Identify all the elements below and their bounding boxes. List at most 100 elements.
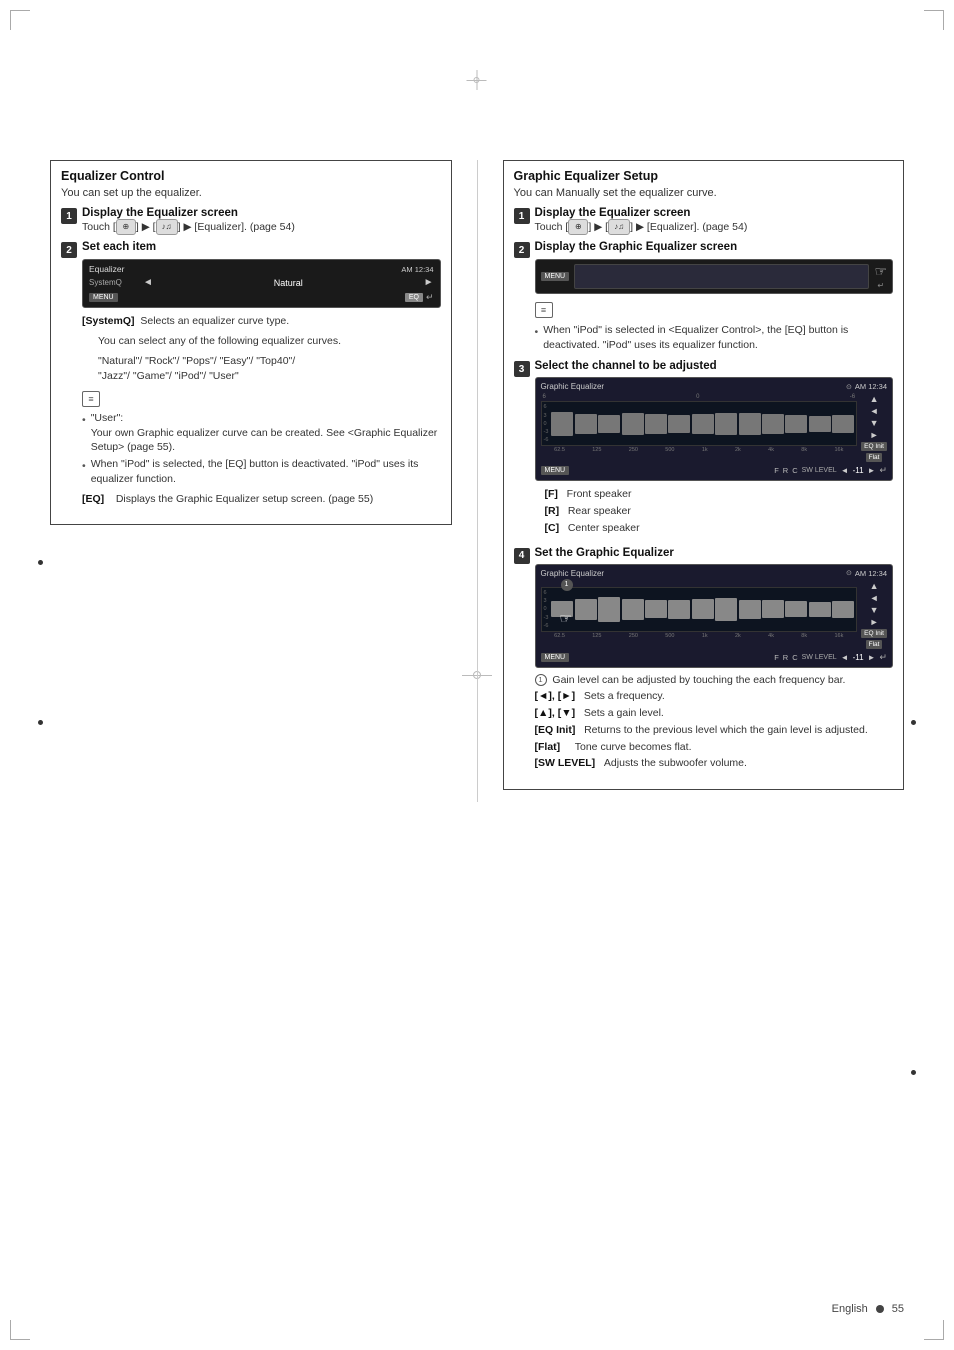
note-ipod: • When "iPod" is selected, the [EQ] butt… [82, 457, 441, 486]
note-ipod-text: When "iPod" is selected, the [EQ] button… [91, 457, 441, 486]
graphic-eq-step2-screen: MENU ☞ ↵ [535, 259, 894, 294]
note-icon: ≡ [82, 391, 100, 407]
menu-button[interactable]: MENU [89, 293, 118, 302]
yn6-4: -6 [544, 623, 549, 629]
ch4-f[interactable]: F [774, 653, 779, 662]
right-btn-4[interactable]: ► [870, 617, 879, 627]
eq-bar-9 [739, 413, 761, 436]
eq-screen4-header: Graphic Equalizer ⊙ AM 12:34 [541, 569, 888, 578]
eq-screen3-time: AM 12:34 [855, 382, 887, 391]
ch-r[interactable]: R [783, 466, 788, 475]
freq-16k: 16k [834, 447, 843, 453]
left-step1: 1 Display the Equalizer screen Touch [⊕]… [61, 207, 441, 235]
f4-250: 250 [629, 633, 638, 639]
sw-value: -11 [853, 466, 864, 475]
eq-init-btn-4[interactable]: EQ Init [861, 629, 887, 638]
ch4-r[interactable]: R [783, 653, 788, 662]
right-step3-content: Select the channel to be adjusted Graphi… [535, 360, 894, 540]
curves-list: "Natural"/ "Rock"/ "Pops"/ "Easy"/ "Top4… [98, 354, 441, 386]
f4-62: 62.5 [554, 633, 565, 639]
eq-bar-6 [668, 415, 690, 434]
f4-500: 500 [665, 633, 674, 639]
ch-c[interactable]: C [792, 466, 797, 475]
y3-4: 3 [544, 598, 549, 604]
eq-screen4-footer: MENU F R C SW LEVEL ◄ -11 ► [541, 652, 888, 663]
eq-screen4-menu[interactable]: MENU [541, 653, 570, 662]
gain-labels: 6 0 -6 [541, 394, 858, 400]
up-arrow-btn[interactable]: ▲ [870, 394, 879, 404]
ch-f[interactable]: F [774, 466, 779, 475]
eq-bar-10 [762, 414, 784, 434]
item-eq-init: [EQ Init] Returns to the previous level … [535, 723, 894, 738]
eq-bar-5 [645, 414, 667, 434]
left-btn-4[interactable]: ◄ [870, 593, 879, 603]
sw-left-4[interactable]: ◄ [841, 653, 849, 662]
col-right: Graphic Equalizer Setup You can Manually… [503, 160, 905, 802]
eq-screen3-title: Graphic Equalizer [541, 382, 605, 391]
note-icon-area: ≡ [82, 389, 441, 409]
eq-bar-12 [809, 416, 831, 432]
yn3-4: -3 [544, 615, 549, 621]
flat-btn[interactable]: Flat [866, 453, 883, 462]
down-arrow-btn[interactable]: ▼ [870, 418, 879, 428]
sw-left-arrow[interactable]: ◄ [841, 466, 849, 475]
eq-bar4-1 [551, 601, 573, 617]
right-arrow-btn[interactable]: ► [870, 430, 879, 440]
left-step2-title: Set each item [82, 241, 441, 253]
item-gain-level: [▲], [▼] Sets a gain level. [535, 706, 894, 721]
speaker-c: [C] Center speaker [545, 520, 894, 537]
eq-bar-4 [622, 413, 644, 434]
gain-label-6: 6 [543, 394, 546, 400]
eq-bar4-4 [622, 599, 644, 620]
step2-menu-btn[interactable]: MENU [541, 272, 570, 281]
bullet-dot-2: • [82, 459, 86, 474]
down-btn-4[interactable]: ▼ [870, 605, 879, 615]
right-step1-content: Display the Equalizer screen Touch [⊕] ▶… [535, 207, 894, 235]
y-axis-4: 6 3 0 -3 -6 [544, 590, 549, 629]
f4-8k: 8k [801, 633, 807, 639]
column-divider [477, 160, 478, 802]
eq-init-btn[interactable]: EQ Init [861, 442, 887, 451]
step2-screen-area [574, 264, 869, 289]
speaker-r: [R] Rear speaker [545, 503, 894, 520]
y3: 3 [544, 413, 549, 419]
sw-right-4[interactable]: ► [868, 653, 876, 662]
freq-8k: 8k [801, 447, 807, 453]
f4-125: 125 [592, 633, 601, 639]
right-section-title: Graphic Equalizer Setup [514, 169, 894, 183]
right-step3-title: Select the channel to be adjusted [535, 360, 894, 372]
step2-note-icon: ≡ [535, 302, 553, 318]
sw-right-arrow[interactable]: ► [868, 466, 876, 475]
enter-icon: ↵ [426, 292, 434, 303]
gain-label-n6: -6 [850, 394, 855, 400]
eq-screen3-controls: ⊙ AM 12:34 [846, 382, 887, 391]
left-bullet-dot-2 [38, 720, 43, 725]
circle-1: 1 [535, 674, 547, 686]
flat-btn-4[interactable]: Flat [866, 640, 883, 649]
ch4-c[interactable]: C [792, 653, 797, 662]
gain-label-0: 0 [696, 394, 699, 400]
left-step1-title: Display the Equalizer screen [82, 207, 441, 219]
columns-layout: Equalizer Control You can set up the equ… [50, 160, 904, 802]
item-flat: [Flat] Tone curve becomes flat. [535, 740, 894, 755]
step2-note-text: When "iPod" is selected in <Equalizer Co… [543, 323, 893, 352]
left-arrow: ◄ [143, 277, 153, 288]
footer-dot [876, 1305, 884, 1313]
right-step2-num: 2 [514, 242, 530, 258]
system-q-label-bold: [SystemQ] [82, 315, 135, 327]
up-btn-4[interactable]: ▲ [870, 581, 879, 591]
left-arrow-btn[interactable]: ◄ [870, 406, 879, 416]
eq-screen3-menu[interactable]: MENU [541, 466, 570, 475]
item-gain: 1 Gain level can be adjusted by touching… [535, 673, 894, 688]
eq-bar-7 [692, 414, 714, 434]
freq-4k: 4k [768, 447, 774, 453]
clock-icon: ⊙ [846, 383, 852, 391]
freq-125: 125 [592, 447, 601, 453]
y6-4: 6 [544, 590, 549, 596]
eq-bars-4: ☞ [551, 590, 854, 629]
note-user: • "User":Your own Graphic equalizer curv… [82, 411, 441, 455]
freq-1k: 1k [702, 447, 708, 453]
right-step4: 4 Set the Graphic Equalizer Graphic Equa… [514, 547, 894, 773]
eq-button[interactable]: EQ [405, 293, 423, 302]
touch-hand-icon: ☞ [874, 263, 887, 280]
